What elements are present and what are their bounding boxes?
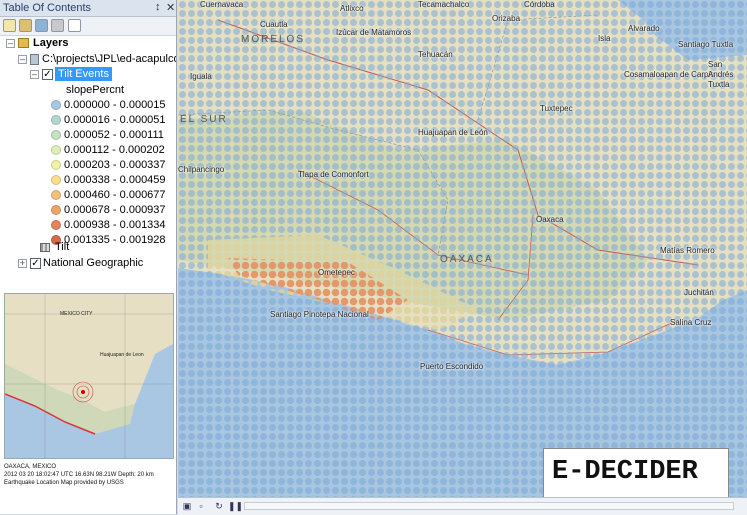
collapse-icon[interactable]: – (18, 55, 27, 64)
layers-icon (18, 38, 29, 48)
class-label: 0.000000 - 0.000015 (64, 99, 166, 111)
class-symbol-icon (51, 190, 61, 200)
class-label: 0.000938 - 0.001334 (64, 219, 166, 231)
field-name-label: slopePercnt (66, 84, 125, 96)
pin-icon[interactable]: ↕ (155, 1, 161, 13)
region-label: EL SUR (180, 114, 228, 125)
thumb-mexico-city-label: MEXICO CITY (60, 311, 93, 317)
city-label: Tuxtepec (540, 104, 573, 113)
list-by-selection-icon[interactable] (51, 19, 64, 32)
city-label: Cuernavaca (200, 0, 244, 9)
national-geographic-checkbox[interactable]: ✓ (30, 258, 41, 269)
class-symbol-icon (51, 160, 61, 170)
class-label: 0.000338 - 0.000459 (64, 174, 166, 186)
class-symbol-icon (51, 130, 61, 140)
refresh-icon[interactable]: ↻ (214, 501, 224, 511)
caption-line: 2012 03 20 18:02:47 UTC 16.63N 98.21W De… (4, 472, 154, 478)
city-label: Salina Cruz (670, 318, 712, 327)
dataframe-path-label: C:\projects\JPL\ed-acapulco\Ac (42, 53, 176, 65)
data-view-icon[interactable]: ▣ (182, 501, 192, 511)
city-label: Tehuacán (418, 50, 453, 59)
toc-title-bar: Table Of Contents ↕ ✕ (0, 0, 176, 17)
city-label: Alvarado (628, 24, 660, 33)
toc-title: Table Of Contents (3, 2, 92, 14)
toc-toolbar (0, 17, 176, 36)
expand-icon[interactable]: + (18, 259, 27, 268)
tree-row-dataframe[interactable]: – C:\projects\JPL\ed-acapulco\Ac (0, 52, 176, 67)
e-decider-logo: E-DECIDER (543, 448, 729, 497)
layers-label: Layers (33, 37, 69, 49)
options-icon[interactable] (68, 19, 81, 32)
close-icon[interactable]: ✕ (166, 1, 175, 14)
tilt-label: Tilt (55, 241, 70, 253)
class-symbol-icon (51, 115, 61, 125)
city-label: Izúcar de Matamoros (336, 28, 412, 37)
caption-line: OAXACA, MEXICO (4, 464, 57, 470)
tilt-events-checkbox[interactable]: ✓ (42, 69, 53, 80)
list-by-source-icon[interactable] (19, 19, 32, 32)
tree-row-tilt[interactable]: Tilt (0, 240, 176, 255)
map-view[interactable]: MORELOS EL SUR OAXACA Cuernavaca Cuautla… (178, 0, 747, 497)
caption-line: Earthquake Location Map provided by USGS (4, 480, 124, 486)
city-label: San Andrés Tuxtla (708, 60, 734, 89)
city-label: Atlixco (340, 4, 364, 13)
city-label: Cuautla (260, 20, 288, 29)
city-label: Cosamaloapan de Carpio (624, 70, 715, 79)
class-symbol-icon (51, 145, 61, 155)
city-label: Chilpancingo (178, 165, 225, 174)
class-label: 0.000460 - 0.000677 (64, 189, 166, 201)
earthquake-location-thumbnail: MEXICO CITY Huajuapan de Leon (4, 293, 174, 459)
city-label: Juchitán (684, 288, 714, 297)
class-label: 0.000016 - 0.000051 (64, 114, 166, 126)
list-by-visibility-icon[interactable] (35, 19, 48, 32)
region-label: OAXACA (440, 254, 494, 265)
city-label: Iguala (190, 72, 212, 81)
class-label: 0.000112 - 0.000202 (64, 144, 165, 156)
city-label: Santiago Tuxtla (678, 40, 734, 49)
city-label: Santiago Pinotepa Nacional (270, 310, 369, 319)
collapse-icon[interactable]: – (6, 39, 15, 48)
logo-text: E-DECIDER (552, 457, 698, 487)
horizontal-scrollbar[interactable] (244, 502, 734, 510)
city-label: Huajuapan de León (418, 128, 488, 137)
thumb-city-label: Huajuapan de Leon (100, 352, 144, 358)
city-label: Ometepec (318, 268, 355, 277)
tilt-events-label[interactable]: Tilt Events (55, 67, 112, 81)
city-label: Oaxaca (536, 215, 564, 224)
tree-row-national-geographic[interactable]: + ✓ National Geographic (0, 256, 176, 271)
collapse-icon[interactable]: – (30, 70, 39, 79)
tree-row-tilt-events[interactable]: – ✓ Tilt Events (0, 67, 176, 82)
raster-icon (40, 243, 50, 252)
table-of-contents-panel: Table Of Contents ↕ ✕ – Layers – C:\proj… (0, 0, 177, 514)
city-label: Tecamachalco (418, 0, 470, 9)
class-symbol-icon (51, 205, 61, 215)
class-symbol-icon (51, 175, 61, 185)
class-symbol-icon (51, 220, 61, 230)
map-status-bar: ▣ ▫ ↻ ❚❚ (178, 497, 747, 515)
class-symbol-icon (51, 100, 61, 110)
city-label: Tlapa de Comonfort (298, 170, 369, 179)
city-label: Orizaba (492, 14, 521, 23)
database-icon (30, 54, 39, 65)
city-label: Matías Romero (660, 246, 715, 255)
national-geographic-label: National Geographic (43, 257, 144, 269)
class-label: 0.000052 - 0.000111 (64, 129, 164, 141)
thumbnail-caption: OAXACA, MEXICO 2012 03 20 18:02:47 UTC 1… (4, 463, 174, 487)
tree-row-layers[interactable]: – Layers (0, 36, 176, 51)
city-label: Puerto Escondido (420, 362, 484, 371)
pause-icon[interactable]: ❚❚ (228, 501, 243, 511)
list-by-drawing-order-icon[interactable] (3, 19, 16, 32)
region-label: MORELOS (241, 34, 306, 45)
class-label: 0.000203 - 0.000337 (64, 159, 166, 171)
city-label: Isla (598, 34, 611, 43)
city-label: Córdoba (524, 0, 555, 9)
thumbnail-map-graphic (5, 294, 173, 458)
class-label: 0.000678 - 0.000937 (64, 204, 166, 216)
layout-view-icon[interactable]: ▫ (196, 501, 206, 511)
